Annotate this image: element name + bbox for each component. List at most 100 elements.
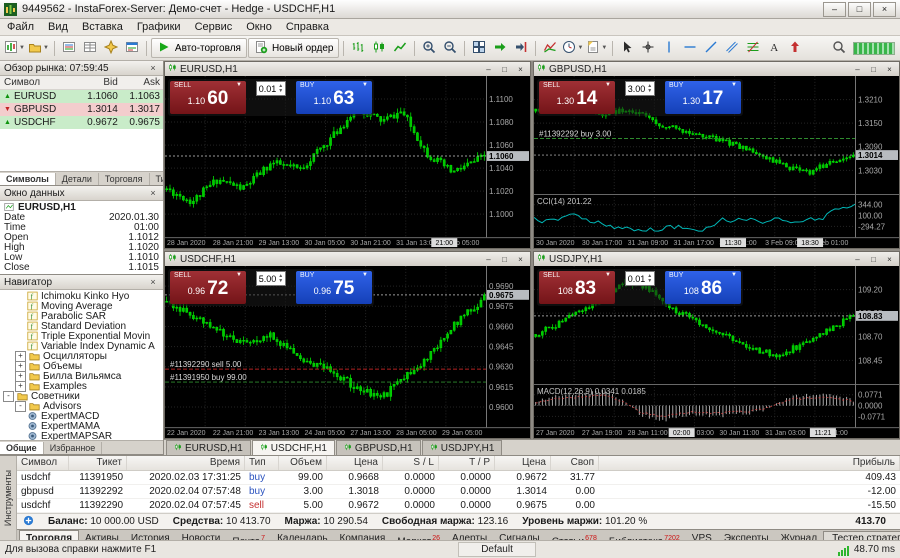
chart-tab-USDCHF,H1[interactable]: USDCHF,H1 — [252, 440, 335, 455]
menu-item-Окно[interactable]: Окно — [239, 19, 279, 35]
sell-button-GBPUSD[interactable]: SELL▼1.3014 — [539, 81, 615, 114]
chart-close-button[interactable]: × — [883, 65, 896, 74]
navigator-item-ExpertMAPSAR[interactable]: ExpertMAPSAR — [0, 431, 163, 440]
zoom-out-button[interactable] — [440, 38, 460, 58]
chart-restore-button[interactable]: □ — [867, 255, 880, 264]
terminal-column-2[interactable]: Время — [127, 456, 245, 470]
market-watch-tab-Тик[interactable]: Тик — [150, 173, 164, 185]
profiles-button[interactable]: ▼ — [27, 38, 50, 58]
lot-spinner[interactable]: ▲▼ — [647, 274, 652, 284]
collapse-icon[interactable]: - — [15, 401, 26, 412]
window-maximize-button[interactable]: □ — [848, 2, 871, 17]
terminal-column-7[interactable]: T / P — [439, 456, 495, 470]
data-window-header[interactable]: Окно данных × — [0, 186, 163, 201]
hline-button[interactable] — [680, 38, 700, 58]
autotrade-button[interactable]: Авто-торговля — [151, 38, 247, 58]
lot-spinner[interactable]: ▲▼ — [278, 84, 283, 94]
terminal-column-10[interactable]: Прибыль — [599, 456, 900, 470]
market-watch-button[interactable] — [59, 38, 79, 58]
navigator-header[interactable]: Навигатор × — [0, 275, 163, 290]
window-close-button[interactable]: × — [873, 2, 896, 17]
lot-size-input-GBPUSD[interactable]: 3.00▲▼ — [625, 81, 655, 96]
chart-close-button[interactable]: × — [514, 65, 527, 74]
navigator-tab-Избранное[interactable]: Избранное — [44, 442, 103, 454]
menu-item-Вставка[interactable]: Вставка — [75, 19, 130, 35]
trendline-button[interactable] — [701, 38, 721, 58]
lot-spinner[interactable]: ▲▼ — [647, 84, 652, 94]
chart-close-button[interactable]: × — [883, 255, 896, 264]
chart-restore-button[interactable]: □ — [498, 255, 511, 264]
lot-size-input-USDCHF[interactable]: 5.00▲▼ — [256, 271, 286, 286]
terminal-button[interactable] — [122, 38, 142, 58]
chart-minimize-button[interactable]: – — [851, 65, 864, 74]
terminal-column-5[interactable]: Цена — [327, 456, 383, 470]
terminal-column-4[interactable]: Объем — [279, 456, 327, 470]
chart-tab-USDJPY,H1[interactable]: USDJPY,H1 — [422, 440, 503, 455]
new-order-button[interactable]: Новый ордер — [248, 38, 340, 58]
collapse-icon[interactable]: - — [3, 391, 14, 402]
data-window-close-icon[interactable]: × — [147, 188, 159, 198]
navigator-item-Билла-Вильямса[interactable]: +Билла Вильямса — [0, 371, 163, 381]
market-watch-tab-Детали[interactable]: Детали — [56, 173, 99, 185]
navigator-tab-Общие[interactable]: Общие — [0, 442, 44, 454]
navigator-item-Объемы[interactable]: +Объемы — [0, 361, 163, 371]
navigator-item-Ichimoku-Kinko-Hyo[interactable]: ƒIchimoku Kinko Hyo — [0, 291, 163, 301]
chart-minimize-button[interactable]: – — [482, 255, 495, 264]
text-button[interactable]: A — [764, 38, 784, 58]
navigator-item-Advisors[interactable]: -Advisors — [0, 401, 163, 411]
fibonacci-button[interactable] — [743, 38, 763, 58]
navigator-item-Examples[interactable]: +Examples — [0, 381, 163, 391]
window-minimize-button[interactable]: – — [823, 2, 846, 17]
buy-button-GBPUSD[interactable]: BUY▼1.3017 — [665, 81, 741, 114]
navigator-item-Variable-Index-Dynamic-A[interactable]: ƒVariable Index Dynamic A — [0, 341, 163, 351]
market-watch-row-EURUSD[interactable]: ▲EURUSD1.10601.1063 — [0, 90, 163, 103]
chart-tab-EURUSD,H1[interactable]: EURUSD,H1 — [166, 440, 251, 455]
chart-minimize-button[interactable]: – — [482, 65, 495, 74]
chart-close-button[interactable]: × — [514, 255, 527, 264]
data-window-button[interactable] — [80, 38, 100, 58]
navigator-button[interactable] — [101, 38, 121, 58]
menu-item-Вид[interactable]: Вид — [41, 19, 75, 35]
market-watch-tab-Символы[interactable]: Символы — [0, 173, 56, 185]
chart-minimize-button[interactable]: – — [851, 255, 864, 264]
chart-tab-GBPUSD,H1[interactable]: GBPUSD,H1 — [336, 440, 421, 455]
navigator-item-ExpertMAMA[interactable]: ExpertMAMA — [0, 421, 163, 431]
line-chart-button[interactable] — [390, 38, 410, 58]
terminal-column-9[interactable]: Своп — [551, 456, 599, 470]
vline-button[interactable] — [659, 38, 679, 58]
navigator-item-Standard-Deviation[interactable]: ƒStandard Deviation — [0, 321, 163, 331]
sell-button-USDJPY[interactable]: SELL▼10883 — [539, 271, 615, 304]
menu-item-Файл[interactable]: Файл — [0, 19, 41, 35]
terminal-column-1[interactable]: Тикет — [69, 456, 127, 470]
templates-button[interactable]: ▼ — [585, 38, 608, 58]
navigator-item-Советники[interactable]: -Советники — [0, 391, 163, 401]
buy-button-EURUSD[interactable]: BUY▼1.1063 — [296, 81, 372, 114]
lot-size-input-USDJPY[interactable]: 0.01▲▼ — [625, 271, 655, 286]
chart-shift-button[interactable] — [511, 38, 531, 58]
terminal-column-8[interactable]: Цена — [495, 456, 551, 470]
market-watch-row-GBPUSD[interactable]: ▼GBPUSD1.30141.3017 — [0, 103, 163, 116]
connection-status[interactable]: 48.70 ms — [838, 543, 895, 556]
channel-button[interactable] — [722, 38, 742, 58]
new-chart-button[interactable]: ▼ — [3, 38, 26, 58]
market-watch-row-USDCHF[interactable]: ▲USDCHF0.96720.9675 — [0, 116, 163, 129]
buy-button-USDJPY[interactable]: BUY▼10886 — [665, 271, 741, 304]
terminal-column-6[interactable]: S / L — [383, 456, 439, 470]
status-profile[interactable]: Default — [458, 542, 536, 557]
auto-scroll-button[interactable] — [490, 38, 510, 58]
menu-item-Справка[interactable]: Справка — [279, 19, 336, 35]
chart-titlebar-GBPUSD[interactable]: GBPUSD,H1–□× — [534, 62, 899, 76]
terminal-order-row[interactable]: usdchf113922902020.02.04 07:57:45sell5.0… — [17, 499, 900, 513]
terminal-column-0[interactable]: Символ — [17, 456, 69, 470]
search-button[interactable] — [829, 38, 849, 58]
menu-item-Сервис[interactable]: Сервис — [188, 19, 240, 35]
arrows-button[interactable] — [785, 38, 805, 58]
bars-button[interactable] — [348, 38, 368, 58]
sell-button-USDCHF[interactable]: SELL▼0.9672 — [170, 271, 246, 304]
chart-titlebar-EURUSD[interactable]: EURUSD,H1–□× — [165, 62, 530, 76]
sell-button-EURUSD[interactable]: SELL▼1.1060 — [170, 81, 246, 114]
expand-icon[interactable]: + — [15, 381, 26, 392]
lot-size-input-EURUSD[interactable]: 0.01▲▼ — [256, 81, 286, 96]
buy-button-USDCHF[interactable]: BUY▼0.9675 — [296, 271, 372, 304]
zoom-in-button[interactable] — [419, 38, 439, 58]
